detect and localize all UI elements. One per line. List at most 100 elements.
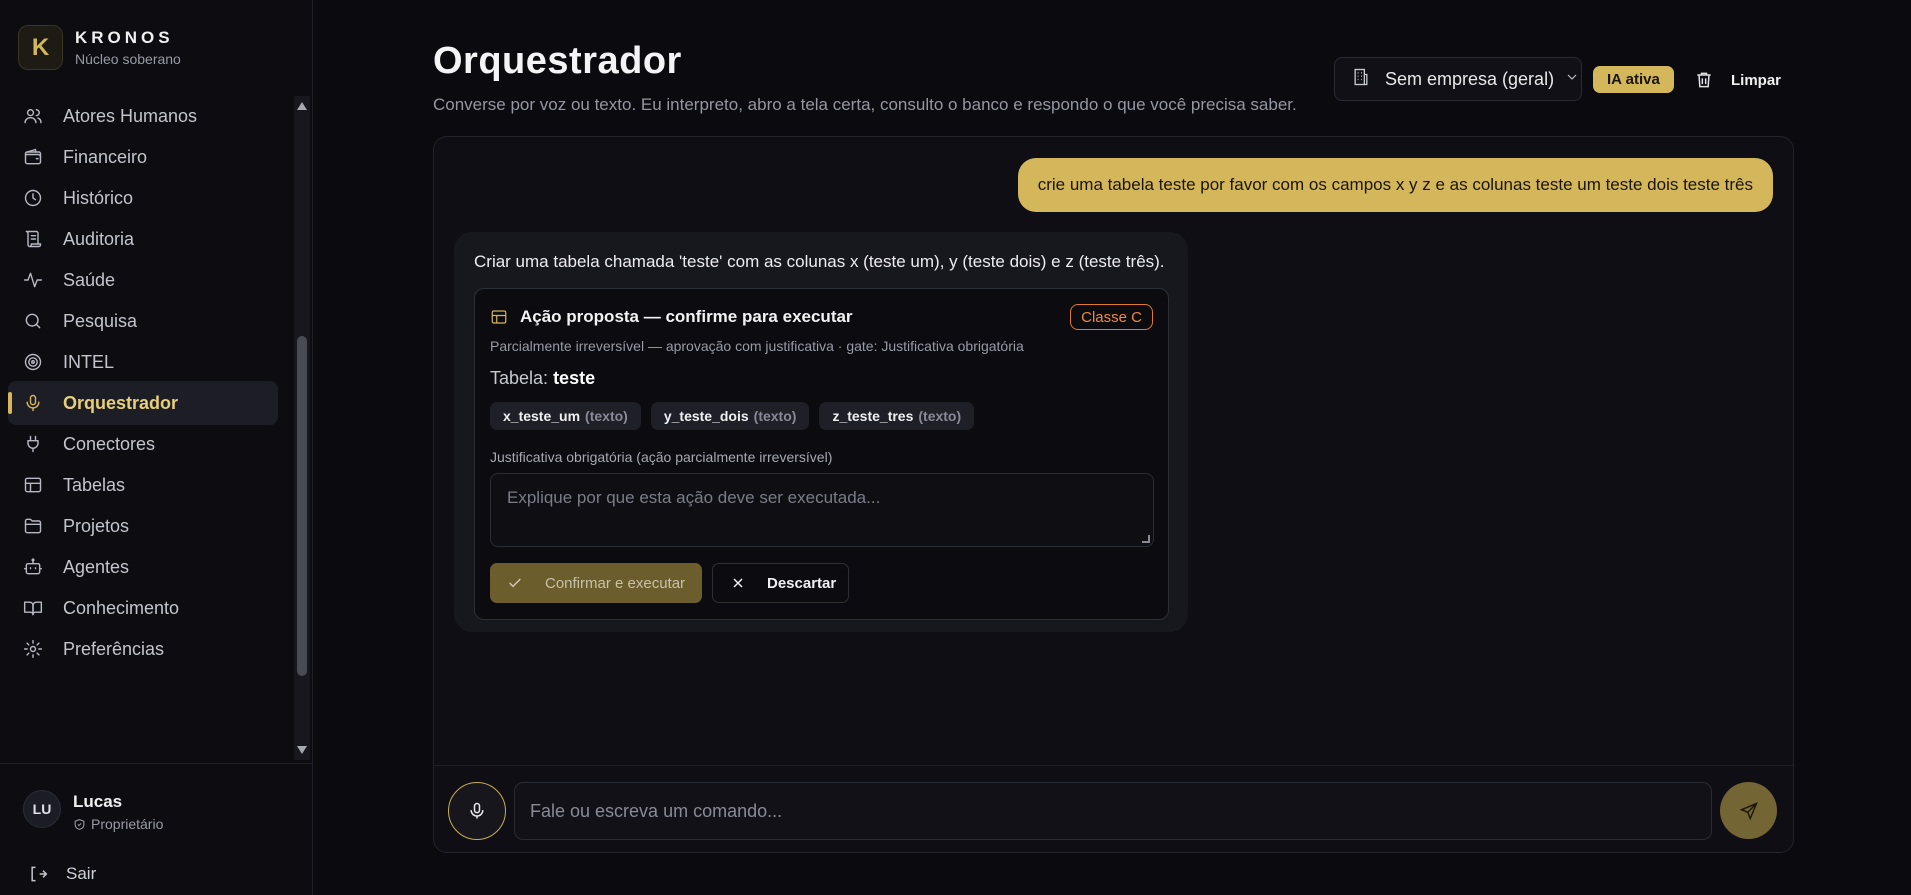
column-chip: z_teste_tres (texto) [819, 402, 975, 430]
sidebar-item-historico[interactable]: Histórico [8, 176, 278, 220]
sidebar-item-label: Pesquisa [63, 310, 138, 331]
justification-textarea[interactable]: Explique por que esta ação deve ser exec… [490, 473, 1154, 547]
wallet-icon [22, 146, 44, 168]
page-description: Converse por voz ou texto. Eu interpreto… [433, 95, 1297, 114]
chat-panel: crie uma tabela teste por favor com os c… [433, 136, 1794, 853]
sidebar-item-preferencias[interactable]: Preferências [8, 627, 278, 671]
users-icon [22, 105, 44, 127]
sidebar-item-saude[interactable]: Saúde [8, 258, 278, 302]
column-name: y_teste_dois [663, 408, 749, 424]
table-name-line: Tabela: teste [490, 368, 595, 389]
sidebar-item-conhecimento[interactable]: Conhecimento [8, 586, 278, 630]
company-select[interactable]: Sem empresa (geral) [1334, 57, 1582, 101]
mic-icon [470, 802, 484, 819]
sidebar-item-label: Financeiro [63, 146, 148, 167]
discard-button[interactable]: Descartar [712, 563, 849, 603]
sidebar-item-label: Tabelas [63, 474, 126, 495]
scroll-icon [22, 228, 44, 250]
column-type: (texto) [918, 408, 962, 424]
sidebar-item-projetos[interactable]: Projetos [8, 504, 278, 548]
table-icon [491, 310, 507, 324]
user-name: Lucas [73, 792, 123, 811]
resize-handle-icon[interactable] [1142, 535, 1150, 543]
sidebar-item-agentes[interactable]: Agentes [8, 545, 278, 589]
brand[interactable]: K KRONOS Núcleo soberano [18, 25, 181, 70]
sidebar-item-label: Conectores [63, 433, 156, 454]
logout-label: Sair [66, 864, 97, 883]
bot-icon [22, 556, 44, 578]
brain-icon [22, 351, 44, 373]
logout-button[interactable]: Sair [28, 864, 96, 884]
sidebar-item-financeiro[interactable]: Financeiro [8, 135, 278, 179]
avatar[interactable]: LU [23, 790, 61, 828]
clear-label: Limpar [1731, 71, 1782, 89]
composer: Fale ou escreva um comando... [434, 765, 1793, 852]
sidebar-item-tabelas[interactable]: Tabelas [8, 463, 278, 507]
mic-button[interactable] [448, 782, 506, 840]
action-title: Ação proposta — confirme para executar [520, 307, 853, 326]
search-icon [22, 310, 44, 332]
proposed-action-card: Ação proposta — confirme para executar C… [474, 288, 1169, 620]
send-icon [1739, 801, 1758, 820]
sidebar-scrollbar[interactable] [294, 96, 310, 760]
user-role-label: Proprietário [91, 816, 164, 832]
book-icon [22, 597, 44, 619]
page-title: Orquestrador [433, 40, 682, 82]
close-icon [733, 578, 743, 588]
folder-icon [22, 515, 44, 537]
scroll-thumb[interactable] [297, 336, 307, 676]
clear-button[interactable]: Limpar [1694, 66, 1781, 94]
justification-placeholder: Explique por que esta ação deve ser exec… [507, 488, 881, 507]
chevron-down-icon [1564, 69, 1580, 90]
sidebar-item-atores-humanos[interactable]: Atores Humanos [8, 94, 278, 138]
column-name: z_teste_tres [832, 408, 914, 424]
sidebar-item-orquestrador[interactable]: Orquestrador [8, 381, 278, 425]
sidebar-item-pesquisa[interactable]: Pesquisa [8, 299, 278, 343]
user-message: crie uma tabela teste por favor com os c… [1017, 158, 1773, 212]
send-button[interactable] [1720, 782, 1777, 839]
confirm-execute-button[interactable]: Confirmar e executar [490, 563, 702, 603]
shield-icon [74, 818, 85, 830]
command-input[interactable]: Fale ou escreva um comando... [514, 782, 1712, 840]
assistant-message-text: Criar uma tabela chamada 'teste' com as … [474, 252, 1165, 271]
scroll-up-arrow-icon[interactable] [297, 102, 307, 110]
sidebar-item-intel[interactable]: INTEL [8, 340, 278, 384]
table-label: Tabela: [490, 368, 549, 388]
check-icon [509, 578, 521, 588]
command-input-placeholder: Fale ou escreva um comando... [530, 800, 783, 821]
brand-name: KRONOS [75, 28, 174, 47]
building-icon [1351, 67, 1371, 92]
column-type: (texto) [585, 408, 628, 424]
column-chip: x_teste_um (texto) [490, 402, 641, 430]
column-type: (texto) [753, 408, 797, 424]
sidebar-item-auditoria[interactable]: Auditoria [8, 217, 278, 261]
settings-icon [22, 638, 44, 660]
discard-label: Descartar [767, 574, 837, 592]
logout-icon [31, 866, 48, 882]
sidebar-item-conectores[interactable]: Conectores [8, 422, 278, 466]
column-chips: x_teste_um (texto) y_teste_dois (texto) … [490, 402, 984, 430]
confirm-label: Confirmar e executar [545, 574, 686, 592]
brand-logo: K [18, 25, 63, 70]
brand-subtitle: Núcleo soberano [75, 51, 181, 67]
clock-icon [22, 187, 44, 209]
scroll-down-arrow-icon[interactable] [297, 746, 307, 754]
activity-icon [22, 269, 44, 291]
class-badge: Classe C [1070, 304, 1153, 330]
sidebar-item-label: Histórico [63, 187, 134, 208]
sidebar: K KRONOS Núcleo soberano Atores Humanos … [0, 0, 313, 895]
sidebar-item-label: Atores Humanos [63, 105, 198, 126]
sidebar-item-label: Agentes [63, 556, 130, 577]
company-select-value: Sem empresa (geral) [1385, 68, 1555, 89]
mic-icon [22, 392, 44, 414]
assistant-message: Criar uma tabela chamada 'teste' com as … [454, 232, 1188, 632]
column-chip: y_teste_dois (texto) [650, 402, 810, 430]
user-role: Proprietário [73, 816, 163, 832]
plug-icon [22, 433, 44, 455]
sidebar-item-label: Conhecimento [63, 597, 180, 618]
sidebar-item-label: Orquestrador [63, 392, 179, 413]
sidebar-item-label: INTEL [63, 351, 115, 372]
table-name: teste [553, 368, 596, 388]
sidebar-item-label: Saúde [63, 269, 116, 290]
sidebar-item-label: Projetos [63, 515, 130, 536]
